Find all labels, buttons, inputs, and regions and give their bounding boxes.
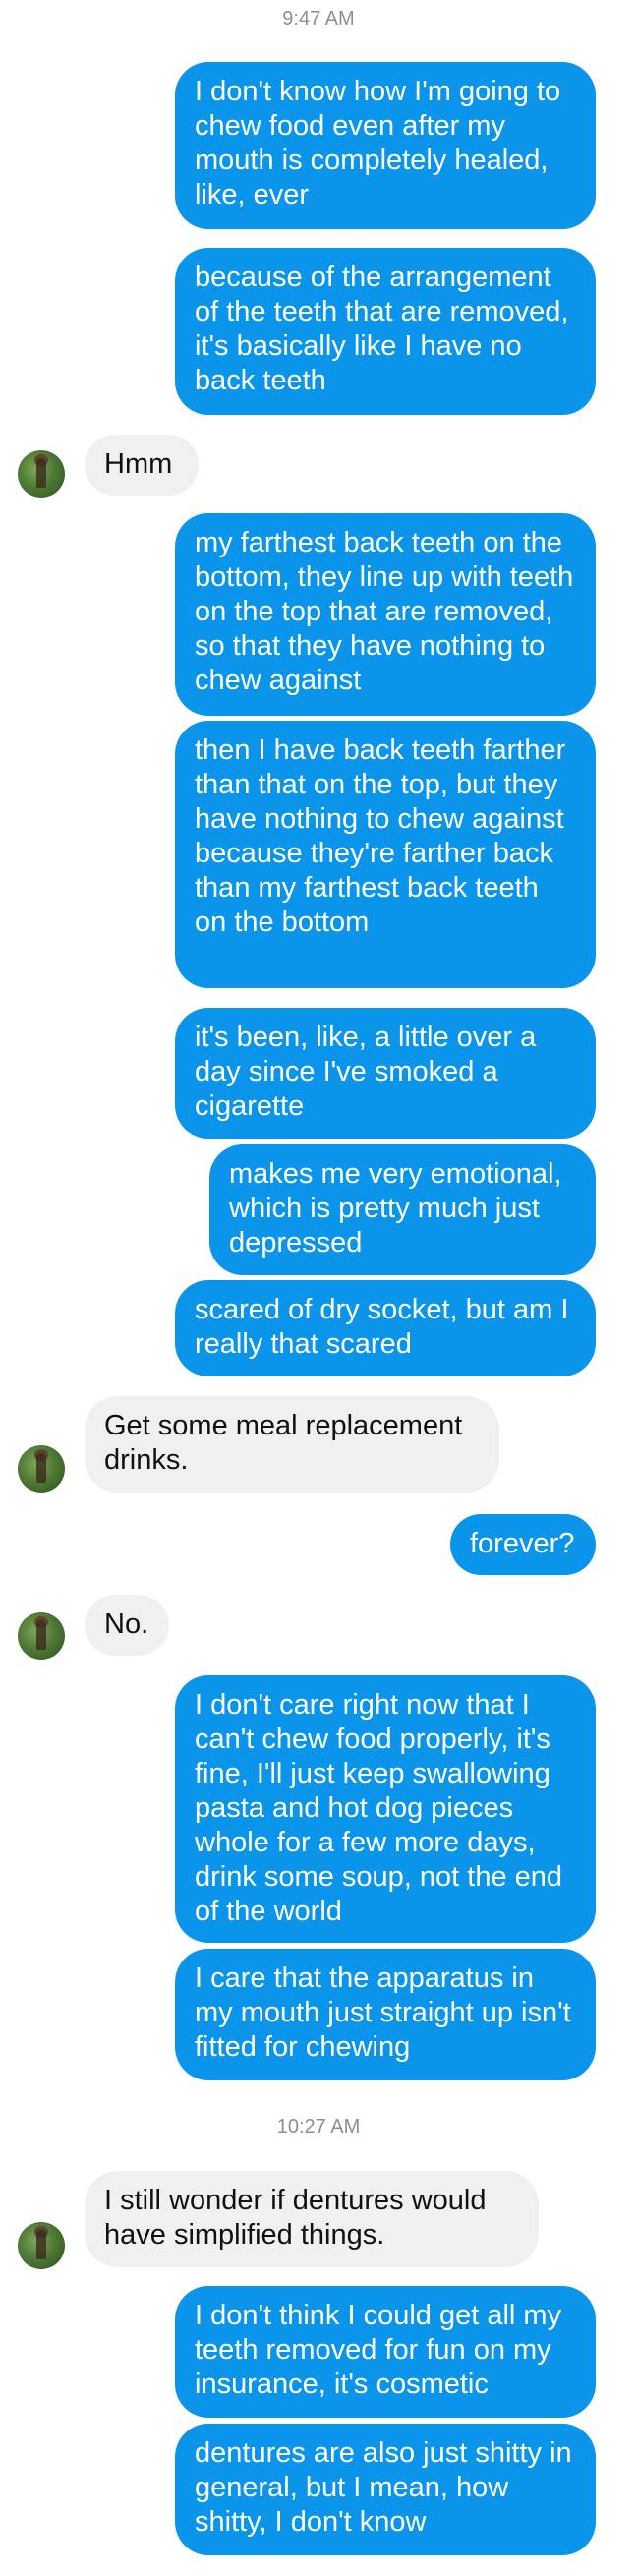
sent-message-bubble[interactable]: dentures are also just shitty in general…	[175, 2424, 596, 2555]
timestamp: 10:27 AM	[276, 2116, 361, 2137]
sent-message-bubble[interactable]: I don't care right now that I can't chew…	[175, 1675, 596, 1943]
sent-message-bubble[interactable]: I don't think I could get all my teeth r…	[175, 2286, 596, 2418]
contact-avatar[interactable]	[18, 450, 65, 498]
chat-thread: 9:47 AM I don't know how I'm going to ch…	[0, 0, 637, 2576]
sent-message-bubble[interactable]: I care that the apparatus in my mouth ju…	[175, 1949, 596, 2080]
sent-message-bubble[interactable]: my farthest back teeth on the bottom, th…	[175, 513, 596, 716]
sent-message-bubble[interactable]: then I have back teeth farther than that…	[175, 721, 596, 988]
sent-message-bubble[interactable]: forever?	[450, 1514, 596, 1575]
timestamp: 9:47 AM	[282, 8, 355, 29]
sent-message-bubble[interactable]: I don't know how I'm going to chew food …	[175, 62, 596, 229]
received-message-bubble[interactable]: I still wonder if dentures would have si…	[85, 2171, 539, 2267]
sent-message-bubble[interactable]: makes me very emotional, which is pretty…	[209, 1144, 596, 1275]
received-message-bubble[interactable]: Get some meal replacement drinks.	[85, 1396, 499, 1493]
sent-message-bubble[interactable]: it's been, like, a little over a day sin…	[175, 1008, 596, 1139]
sent-message-bubble[interactable]: because of the arrangement of the teeth …	[175, 248, 596, 415]
contact-avatar[interactable]	[18, 1445, 65, 1493]
contact-avatar[interactable]	[18, 2222, 65, 2269]
contact-avatar[interactable]	[18, 1612, 65, 1660]
received-message-bubble[interactable]: Hmm	[85, 435, 199, 496]
received-message-bubble[interactable]: No.	[85, 1595, 169, 1656]
sent-message-bubble[interactable]: scared of dry socket, but am I really th…	[175, 1280, 596, 1376]
